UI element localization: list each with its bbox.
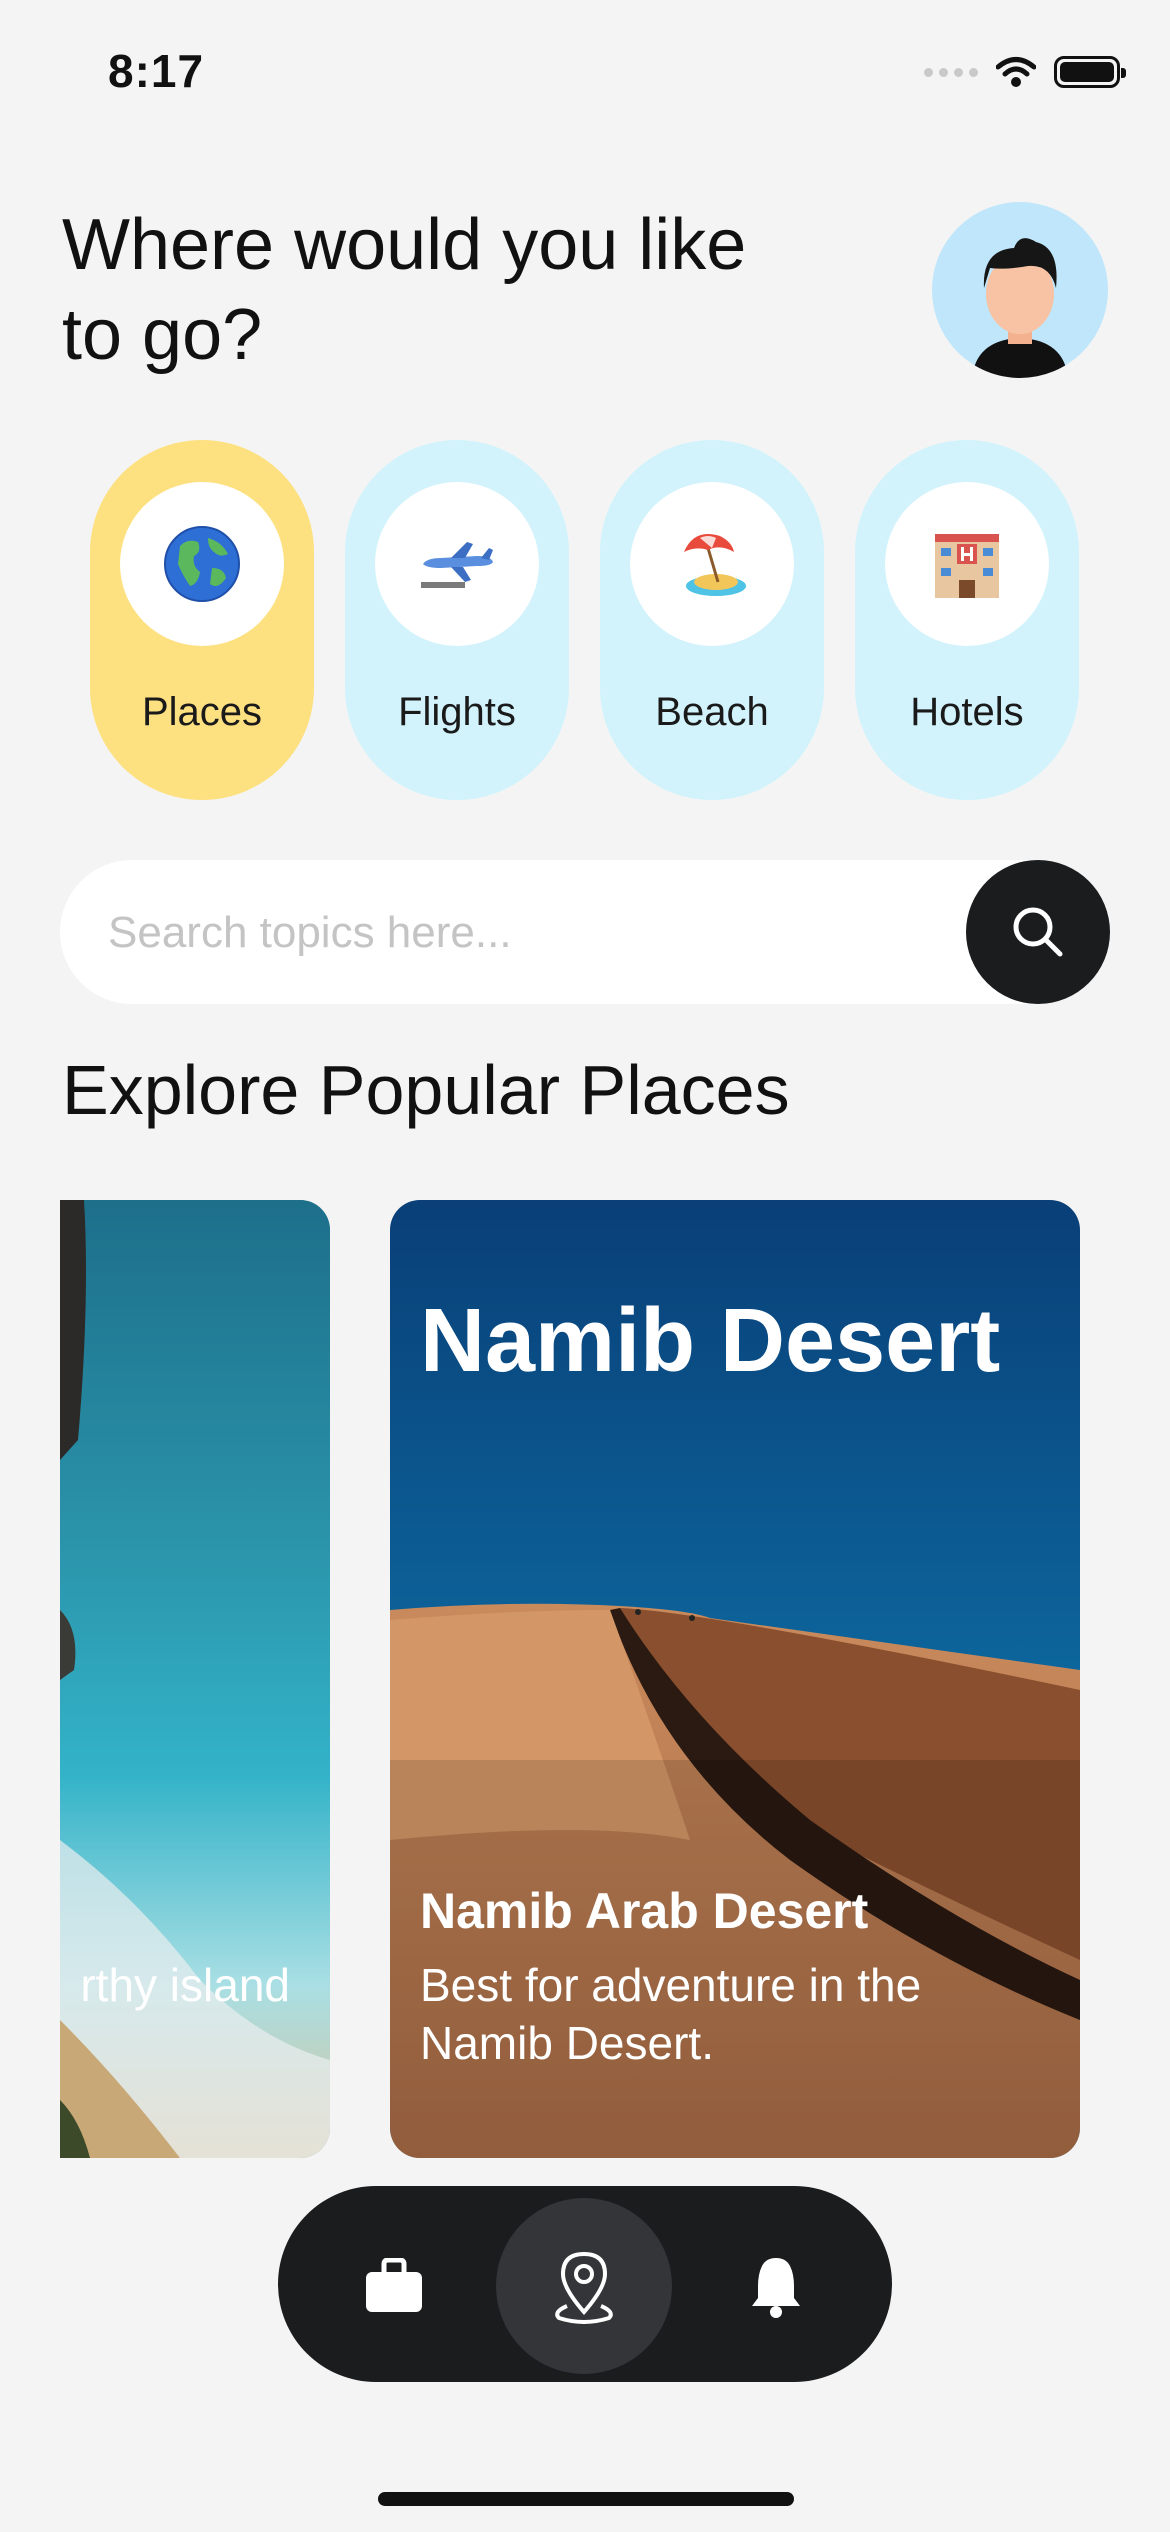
beach-umbrella-icon <box>684 534 746 596</box>
signal-icon <box>924 67 978 77</box>
category-hotels-icon-wrap <box>885 482 1049 646</box>
avatar[interactable] <box>932 202 1108 378</box>
place-card-partial[interactable]: rthy island <box>60 1200 330 2158</box>
ocean-coast-image <box>60 1200 330 2158</box>
page-title: Where would you like to go? <box>62 205 747 375</box>
category-flights-icon-wrap <box>375 482 539 646</box>
nav-notifications[interactable] <box>688 2198 864 2374</box>
home-indicator <box>378 2492 794 2506</box>
category-beach[interactable]: Beach <box>600 440 824 800</box>
category-beach-icon-wrap <box>630 482 794 646</box>
category-flights-label: Flights <box>398 690 516 734</box>
hotel-icon <box>935 534 999 598</box>
category-places-icon-wrap <box>120 482 284 646</box>
category-hotels-label: Hotels <box>910 690 1024 734</box>
category-places-label: Places <box>141 690 263 734</box>
category-hotels[interactable]: Hotels <box>855 440 1079 800</box>
location-pin-icon <box>555 2251 613 2324</box>
wifi-icon <box>996 57 1036 87</box>
briefcase-icon <box>366 2258 422 2312</box>
card-subtitle: Namib Arab Desert <box>420 1883 869 1939</box>
avatar-person-icon <box>972 238 1068 378</box>
search-bar <box>60 860 1110 1006</box>
search-button[interactable] <box>966 860 1110 1004</box>
place-card-partial-description: rthy island <box>80 1959 290 2011</box>
bottom-nav <box>278 2186 892 2382</box>
nav-explore[interactable] <box>496 2198 672 2374</box>
battery-icon <box>1054 56 1126 88</box>
status-time: 8:17 <box>108 45 205 97</box>
category-flights[interactable]: Flights <box>345 440 569 800</box>
place-card-namib[interactable]: Namib Desert Namib Arab Desert Best for … <box>390 1200 1080 2158</box>
status-icons <box>924 52 1126 92</box>
card-description: Best for adventure in the Namib Desert. <box>420 1959 922 2069</box>
bell-icon <box>752 2258 800 2318</box>
category-places[interactable]: Places <box>90 440 314 800</box>
airplane-icon <box>421 542 493 588</box>
section-title: Explore Popular Places <box>62 1051 790 1129</box>
globe-icon <box>164 526 240 602</box>
category-beach-label: Beach <box>655 690 769 734</box>
nav-trips[interactable] <box>306 2198 482 2374</box>
search-icon <box>1013 907 1063 957</box>
card-heading: Namib Desert <box>420 1291 1001 1391</box>
search-input[interactable] <box>106 860 970 1006</box>
